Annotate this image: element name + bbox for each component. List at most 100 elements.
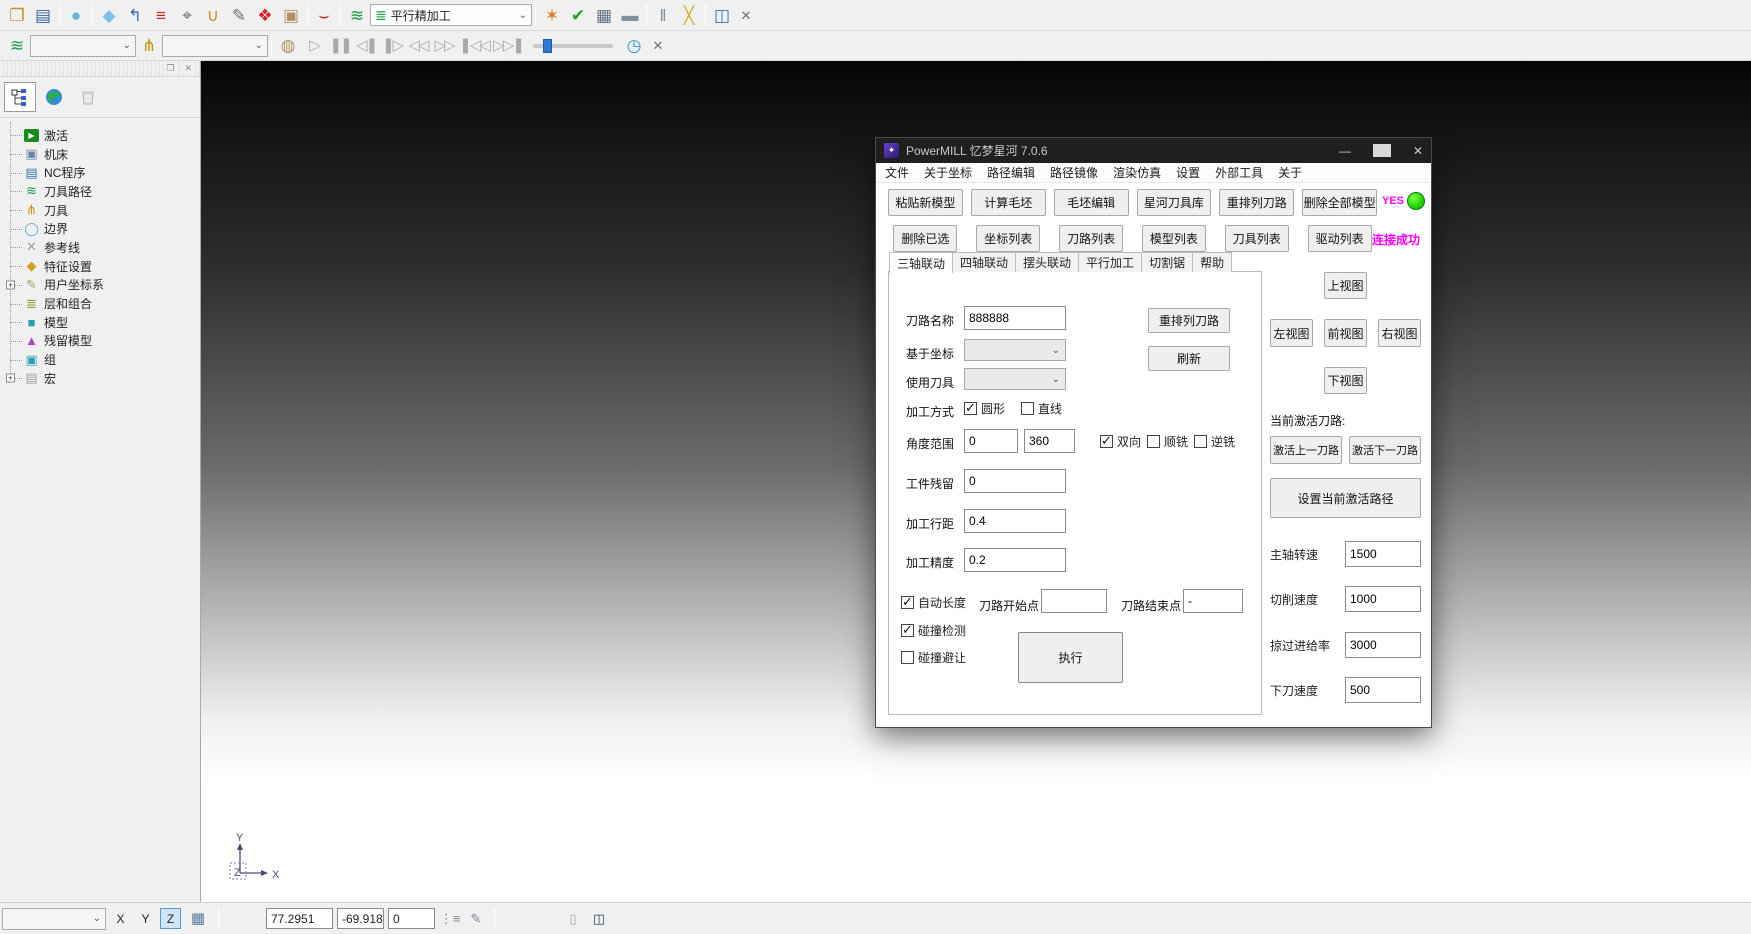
menu-path-edit[interactable]: 路径编辑 [987,164,1035,181]
activate-prev-button[interactable]: 激活上一刀路 [1270,436,1342,464]
path-start-input[interactable] [1041,589,1107,613]
collision-avoid-checkbox[interactable]: 碰撞避让 [901,649,966,666]
pause-icon[interactable]: ❚❚ [327,33,353,59]
feeds-speeds-icon[interactable]: ≡ [148,2,174,28]
tools-icon[interactable]: ⋔ [136,33,162,59]
edit-block-button[interactable]: 毛坯编辑 [1054,189,1129,216]
tool-combobox[interactable]: ⌄ [162,35,268,57]
toolpath-combobox[interactable]: ⌄ [30,35,136,57]
close-button[interactable]: ✕ [1413,144,1423,158]
skim-feed-input[interactable] [1345,632,1421,658]
left-view-button[interactable]: 左视图 [1270,319,1313,347]
model-list-button[interactable]: 模型列表 [1142,225,1206,252]
block-icon[interactable]: ◆ [96,2,122,28]
calculator-icon[interactable]: ▦ [591,2,617,28]
base-coord-combobox[interactable]: ⌄ [964,339,1066,361]
tab-explorer-tree[interactable] [4,82,36,112]
activate-next-button[interactable]: 激活下一刀路 [1349,436,1421,464]
viewport-canvas[interactable]: Y Z X ✦ PowerMILL 忆梦星河 7.0.6 — ✕ 文件 关于坐标… [201,61,1751,902]
statusbar-combobox[interactable]: ⌄ [2,908,106,930]
auto-length-checkbox[interactable]: 自动长度 [901,594,966,611]
coord-y-field[interactable]: -69.918 [337,908,384,929]
tool-block-icon[interactable]: ▣ [278,2,304,28]
tab-parallel[interactable]: 平行加工 [1078,252,1142,272]
tab-4axis[interactable]: 四轴联动 [952,252,1016,272]
checkbox-icon[interactable] [901,596,914,609]
minimize-button[interactable]: — [1339,144,1351,158]
stock-remain-input[interactable] [964,469,1066,493]
collision-check-icon[interactable]: ⌣ [311,2,337,28]
delete-models-button[interactable]: 删除全部模型 [1302,189,1377,216]
tree-item-toolpaths[interactable]: ≋ 刀具路径 [6,182,200,201]
swap-arrows-icon[interactable]: ╳ [676,2,702,28]
stepover-input[interactable] [964,509,1066,533]
checkbox-icon[interactable] [1100,435,1113,448]
toolbar-close-icon[interactable]: ✕ [647,33,669,59]
menu-coords[interactable]: 关于坐标 [924,164,972,181]
step-back-icon[interactable]: ◁❚ [353,33,379,59]
drawers-icon[interactable]: ◫ [709,2,735,28]
panel-float-icon[interactable]: ❐ [164,63,176,74]
go-to-end-icon[interactable]: ▷▷❚ [491,33,525,59]
tree-item-groups[interactable]: ▣ 组 [6,350,200,369]
tolerance-input[interactable] [964,548,1066,572]
dialog-title-bar[interactable]: ✦ PowerMILL 忆梦星河 7.0.6 — ✕ [876,138,1431,163]
lightbulb-icon[interactable]: ◍ [275,33,301,59]
collision-check-checkbox[interactable]: 碰撞检测 [901,622,966,639]
open-file-icon[interactable]: ❐ [4,2,30,28]
toolpath-name-input[interactable] [964,306,1066,330]
expand-plus-icon[interactable]: + [6,374,15,383]
paste-model-button[interactable]: 粘贴新模型 [888,189,963,216]
tab-explorer-globe[interactable] [38,82,70,112]
checkbox-icon[interactable] [1147,435,1160,448]
right-view-button[interactable]: 右视图 [1378,319,1421,347]
drive-list-button[interactable]: 驱动列表 [1308,225,1372,252]
workplane-edit-icon[interactable]: ✎ [226,2,252,28]
calc-block-button[interactable]: 计算毛坯 [971,189,1046,216]
coord-x-field[interactable]: 77.2951 [266,908,333,929]
go-to-start-icon[interactable]: ❚◁◁ [457,33,491,59]
menu-mirror[interactable]: 路径镜像 [1050,164,1098,181]
pick-point-icon[interactable]: ✎ [465,906,487,932]
sort-list-icon[interactable]: ⋮≡ [439,906,461,932]
reorder-paths-button[interactable]: 重排列刀路 [1148,308,1230,333]
tab-swivel[interactable]: 摆头联动 [1015,252,1079,272]
checkbox-icon[interactable] [901,624,914,637]
cutting-feed-input[interactable] [1345,586,1421,612]
bidirectional-checkbox[interactable]: 双向 [1100,433,1141,450]
toolpath-icon[interactable]: ≋ [4,33,30,59]
tab-help[interactable]: 帮助 [1192,252,1232,272]
use-tool-combobox[interactable]: ⌄ [964,368,1066,390]
delete-selected-button[interactable]: 删除已选 [893,225,957,252]
slider-handle[interactable] [543,39,552,53]
reorder-paths-button[interactable]: 重排列刀路 [1219,189,1294,216]
tree-item-nc-program[interactable]: ▤ NC程序 [6,163,200,182]
shaded-render-icon[interactable]: ● [63,2,89,28]
spindle-speed-input[interactable] [1345,541,1421,567]
toolpath-icon[interactable]: ≋ [344,2,370,28]
rapid-heights-icon[interactable]: ↰ [122,2,148,28]
conventional-checkbox[interactable]: 逆铣 [1194,433,1235,450]
menu-about[interactable]: 关于 [1278,164,1302,181]
menu-simulate[interactable]: 渲染仿真 [1113,164,1161,181]
coord-z-field[interactable]: 0 [388,908,435,929]
clock-icon[interactable]: ◷ [621,33,647,59]
angle-from-input[interactable] [964,429,1018,453]
circle-checkbox[interactable]: 圆形 [964,400,1005,417]
menu-settings[interactable]: 设置 [1176,164,1200,181]
tree-item-tools[interactable]: ⋔ 刀具 [6,201,200,220]
tree-item-patterns[interactable]: ✕ 参考线 [6,238,200,257]
path-list-button[interactable]: 刀路列表 [1059,225,1123,252]
execute-button[interactable]: 执行 [1018,632,1123,683]
tool-star-icon[interactable]: ✶ [539,2,565,28]
line-checkbox[interactable]: 直线 [1021,400,1062,417]
tab-3axis[interactable]: 三轴联动 [889,252,953,273]
front-view-button[interactable]: 前视图 [1324,319,1367,347]
holder-icon[interactable]: ∪ [200,2,226,28]
z-axis-button[interactable]: Z [160,908,181,929]
checkbox-icon[interactable] [1194,435,1207,448]
x-axis-button[interactable]: X [110,908,131,929]
menu-file[interactable]: 文件 [885,164,909,181]
save-icon[interactable]: ▤ [30,2,56,28]
y-axis-button[interactable]: Y [135,908,156,929]
